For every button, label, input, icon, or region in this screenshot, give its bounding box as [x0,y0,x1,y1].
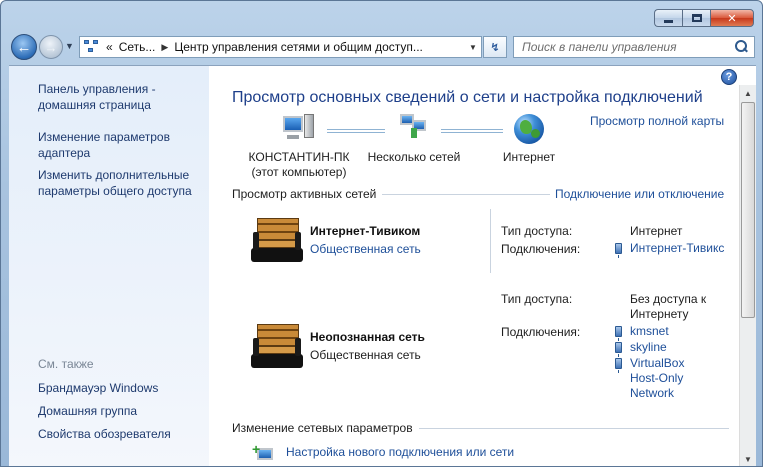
back-button[interactable]: ← [11,34,37,60]
connections-label: Подключения: [501,242,581,256]
search-placeholder: Поиск в панели управления [522,40,677,54]
map-node-multiple[interactable]: Несколько сетей [359,114,469,165]
globe-icon [514,114,544,144]
history-dropdown[interactable]: ▼ [65,41,74,51]
close-button[interactable]: ✕ [710,9,754,27]
page-title: Просмотр основных сведений о сети и наст… [232,89,703,106]
refresh-icon: ↯ [490,41,500,54]
scroll-thumb[interactable] [741,102,755,318]
sidebar-link-sharing[interactable]: Изменить дополнительные параметры общего… [38,167,192,199]
minimize-button[interactable] [654,9,682,27]
arrow-left-icon: ← [16,38,32,56]
breadcrumb: « Сеть... ▶ Центр управления сетями и об… [106,40,423,54]
section-divider [419,428,729,429]
active-networks-heading: Просмотр активных сетей [232,187,377,201]
map-node-internet[interactable]: Интернет [494,114,564,165]
network-category-link[interactable]: Общественная сеть [310,242,421,256]
sidebar: Панель управления - домашняя страница Из… [9,66,209,466]
refresh-button[interactable]: ↯ [483,36,507,58]
access-type-value: Интернет [630,224,683,238]
network-adapter-icon [615,243,622,258]
address-bar[interactable]: « Сеть... ▶ Центр управления сетями и об… [79,36,482,58]
sidebar-link-adapter[interactable]: Изменение параметров адаптера [38,129,170,161]
forward-button[interactable]: → [39,35,63,59]
access-type-value: Без доступа к Интернету [630,292,707,321]
access-type-label: Тип доступа: [501,292,573,306]
content-area: Панель управления - домашняя страница Из… [9,65,756,466]
scroll-down-icon[interactable]: ▼ [740,451,756,466]
network-name: Интернет-Тивиком [310,224,421,238]
help-icon[interactable]: ? [721,69,737,85]
breadcrumb-item-network[interactable]: Сеть... [119,40,156,54]
breadcrumb-item-center[interactable]: Центр управления сетями и общим доступ..… [174,40,423,54]
arrow-right-icon: → [44,39,58,55]
address-dropdown[interactable]: ▼ [465,37,481,57]
network-category: Общественная сеть [310,348,421,362]
connect-disconnect-link[interactable]: Подключение или отключение [555,187,724,201]
network-name: Неопознанная сеть [310,330,425,344]
connection-link[interactable]: Интернет-Тивикс [614,241,724,258]
connection-link-skyline[interactable]: skyline [614,340,667,357]
network-icon [84,40,100,54]
close-icon: ✕ [727,12,737,25]
vertical-scrollbar[interactable]: ▲ ▼ [739,85,756,466]
caption-buttons: ✕ [654,9,754,27]
see-also-heading: См. также [38,357,94,371]
sidebar-link-browser-options[interactable]: Свойства обозревателя [38,426,171,442]
connection-link-virtualbox[interactable]: VirtualBox Host-Only Network [614,356,684,401]
connection-link-kmsnet[interactable]: kmsnet [614,324,669,341]
search-box[interactable]: Поиск в панели управления [513,36,755,58]
public-network-icon [251,218,303,264]
maximize-button[interactable] [682,9,710,27]
new-connection-icon: + [252,442,276,462]
maximize-icon [691,14,702,22]
computer-icon [283,114,315,144]
window: ✕ ← → ▼ « Сеть... ▶ Центр управления сет… [0,0,763,467]
scroll-up-icon[interactable]: ▲ [740,85,756,101]
network-adapter-icon [615,342,622,357]
network-adapter-icon [615,326,622,341]
connections-label: Подключения: [501,325,581,339]
breadcrumb-separator-icon[interactable]: ▶ [161,42,168,53]
chevron-down-icon: ▼ [65,41,74,51]
full-map-link[interactable]: Просмотр полной карты [590,114,724,128]
breadcrumb-overflow[interactable]: « [106,40,113,54]
section-divider [382,194,550,195]
public-network-icon [251,324,303,370]
sidebar-link-firewall[interactable]: Брандмауэр Windows [38,380,158,396]
search-icon[interactable] [734,40,748,54]
network-adapter-icon [615,358,622,373]
access-type-label: Тип доступа: [501,224,573,238]
setup-connection-link[interactable]: Настройка нового подключения или сети [286,445,514,459]
chevron-down-icon: ▼ [469,42,477,52]
multiple-networks-icon [398,114,430,144]
change-settings-heading: Изменение сетевых параметров [232,421,413,435]
sidebar-link-home[interactable]: Панель управления - домашняя страница [38,81,156,113]
minimize-icon [664,19,673,23]
main-panel: ? ▲ ▼ Просмотр основных сведений о сети … [209,66,756,466]
map-node-computer[interactable]: КОНСТАНТИН-ПК (этот компьютер) [239,114,359,180]
sidebar-link-homegroup[interactable]: Домашняя группа [38,403,137,419]
column-divider [490,209,491,273]
